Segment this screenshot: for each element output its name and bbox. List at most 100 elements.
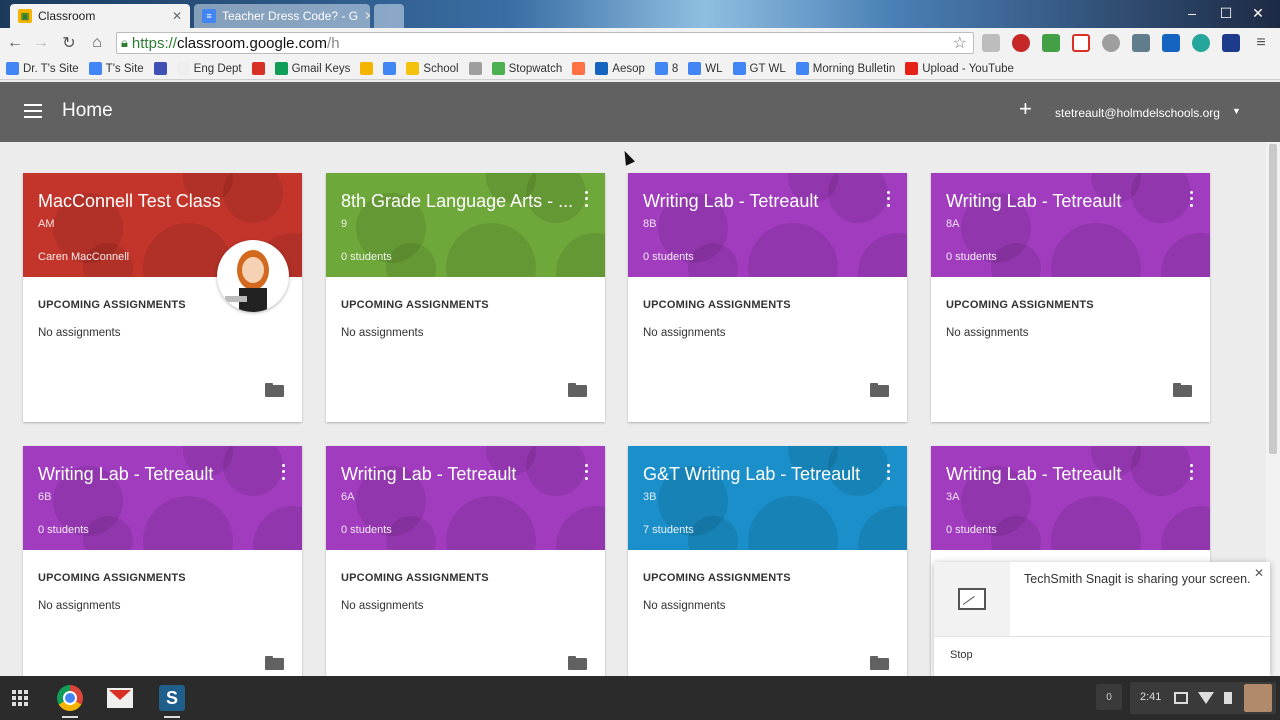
bookmark-label: Eng Dept bbox=[193, 62, 242, 75]
more-options-icon[interactable] bbox=[277, 462, 289, 482]
bookmark-item[interactable]: GT WL bbox=[732, 62, 786, 75]
bookmark-item[interactable]: School bbox=[406, 62, 459, 75]
bookmark-item[interactable]: T's Site bbox=[88, 62, 144, 75]
bookmark-item[interactable] bbox=[383, 62, 400, 75]
folder-icon[interactable] bbox=[265, 383, 284, 397]
status-tray[interactable]: 2:41 bbox=[1130, 682, 1276, 714]
close-tab-icon[interactable]: ✕ bbox=[166, 9, 182, 23]
bookmark-item[interactable] bbox=[153, 62, 171, 75]
class-title[interactable]: Writing Lab - Tetreault bbox=[946, 464, 1181, 485]
class-card-header[interactable]: G&T Writing Lab - Tetreault 3B 7 students bbox=[628, 446, 907, 550]
bookmark-label: Upload - YouTube bbox=[922, 62, 1014, 75]
chrome-menu-icon[interactable]: ≡ bbox=[1250, 32, 1272, 54]
chevron-down-icon[interactable]: ▼ bbox=[1232, 106, 1241, 116]
gmail-app-icon[interactable] bbox=[104, 682, 136, 714]
minimize-icon[interactable]: – bbox=[1180, 2, 1204, 24]
address-bar[interactable]: 🔒︎ https:// classroom.google.com /h ☆ bbox=[116, 32, 974, 54]
new-tab-button[interactable] bbox=[374, 4, 404, 28]
bookmark-favicon-icon bbox=[6, 62, 19, 75]
close-window-icon[interactable]: ✕ bbox=[1246, 2, 1270, 24]
more-options-icon[interactable] bbox=[1185, 462, 1197, 482]
bookmark-item[interactable] bbox=[251, 62, 269, 75]
tab-title: Teacher Dress Code? - G bbox=[222, 9, 359, 23]
scrollbar-thumb[interactable] bbox=[1269, 144, 1277, 454]
extension-icon[interactable] bbox=[1162, 34, 1180, 52]
forward-icon[interactable]: → bbox=[30, 32, 52, 54]
extension-icon[interactable] bbox=[982, 34, 1000, 52]
maximize-icon[interactable]: ☐ bbox=[1214, 2, 1238, 24]
bookmark-item[interactable] bbox=[572, 62, 589, 75]
class-card[interactable]: Writing Lab - Tetreault 8A 0 students UPCOM… bbox=[931, 173, 1210, 422]
folder-icon[interactable] bbox=[870, 383, 889, 397]
class-card[interactable]: G&T Writing Lab - Tetreault 3B 7 students U… bbox=[628, 446, 907, 676]
home-icon[interactable]: ⌂ bbox=[86, 32, 108, 54]
back-icon[interactable]: ← bbox=[4, 32, 26, 54]
class-title[interactable]: Writing Lab - Tetreault bbox=[38, 464, 273, 485]
class-card[interactable]: MacConnell Test Class AM Caren MacConnell U… bbox=[23, 173, 302, 422]
tab-classroom[interactable]: ▣ Classroom ✕ bbox=[10, 4, 190, 28]
more-options-icon[interactable] bbox=[580, 189, 592, 209]
class-card[interactable]: Writing Lab - Tetreault 8B 0 students UPCOM… bbox=[628, 173, 907, 422]
header-pattern bbox=[446, 496, 536, 550]
hamburger-menu-icon[interactable] bbox=[24, 104, 42, 118]
bookmark-item[interactable]: Morning Bulletin bbox=[795, 62, 895, 75]
class-card-header[interactable]: Writing Lab - Tetreault 6A 0 students bbox=[326, 446, 605, 550]
class-card[interactable]: Writing Lab - Tetreault 6A 0 students UPCOM… bbox=[326, 446, 605, 676]
close-icon[interactable]: ✕ bbox=[1254, 566, 1264, 580]
bookmark-item[interactable] bbox=[360, 62, 377, 75]
folder-icon[interactable] bbox=[1173, 383, 1192, 397]
tab-teacher-dress-code[interactable]: ≡ Teacher Dress Code? - G ✕ bbox=[194, 4, 370, 28]
class-card-header[interactable]: Writing Lab - Tetreault 8A 0 students bbox=[931, 173, 1210, 277]
reload-icon[interactable]: ↻ bbox=[58, 32, 80, 54]
bookmark-item[interactable]: Gmail Keys bbox=[274, 62, 350, 75]
class-title[interactable]: Writing Lab - Tetreault bbox=[946, 191, 1181, 212]
extension-icon[interactable] bbox=[1102, 34, 1120, 52]
app-launcher-icon[interactable] bbox=[4, 682, 36, 714]
bookmark-item[interactable]: WL bbox=[688, 62, 723, 75]
class-card[interactable]: 8th Grade Language Arts - ... 9 0 students… bbox=[326, 173, 605, 422]
extension-icon[interactable] bbox=[1222, 34, 1240, 52]
add-class-icon[interactable]: + bbox=[1019, 96, 1032, 122]
bookmark-item[interactable]: 8 bbox=[654, 62, 678, 75]
more-options-icon[interactable] bbox=[1185, 189, 1197, 209]
folder-icon[interactable] bbox=[568, 383, 587, 397]
no-assignments-text: No assignments bbox=[643, 327, 726, 339]
class-meta: 0 students bbox=[946, 524, 997, 536]
bookmark-star-icon[interactable]: ☆ bbox=[953, 33, 967, 53]
class-card[interactable]: Writing Lab - Tetreault 6B 0 students UPCOM… bbox=[23, 446, 302, 676]
class-card-header[interactable]: Writing Lab - Tetreault 3A 0 students bbox=[931, 446, 1210, 550]
class-title[interactable]: Writing Lab - Tetreault bbox=[341, 464, 576, 485]
upcoming-assignments-heading: UPCOMING ASSIGNMENTS bbox=[38, 299, 186, 311]
more-options-icon[interactable] bbox=[580, 462, 592, 482]
bookmark-item[interactable]: Aesop bbox=[595, 62, 645, 75]
class-card-header[interactable]: Writing Lab - Tetreault 8B 0 students bbox=[628, 173, 907, 277]
notification-count-badge[interactable]: 0 bbox=[1096, 684, 1122, 710]
account-email[interactable]: stetreault@holmdelschools.org bbox=[1055, 106, 1220, 120]
folder-icon[interactable] bbox=[870, 656, 889, 670]
folder-icon[interactable] bbox=[568, 656, 587, 670]
folder-icon[interactable] bbox=[265, 656, 284, 670]
class-title[interactable]: Writing Lab - Tetreault bbox=[643, 191, 878, 212]
bookmark-item[interactable]: Upload - YouTube bbox=[905, 62, 1014, 75]
more-options-icon[interactable] bbox=[882, 462, 894, 482]
more-options-icon[interactable] bbox=[882, 189, 894, 209]
class-title[interactable]: 8th Grade Language Arts - ... bbox=[341, 191, 576, 212]
class-meta: Caren MacConnell bbox=[38, 251, 130, 263]
extension-icon[interactable] bbox=[1012, 34, 1030, 52]
stop-sharing-button[interactable]: Stop bbox=[950, 649, 973, 661]
bookmark-item[interactable]: Stopwatch bbox=[491, 62, 562, 75]
extension-icon[interactable] bbox=[1042, 34, 1060, 52]
extension-icon[interactable] bbox=[1192, 34, 1210, 52]
snagit-app-icon[interactable]: S bbox=[156, 682, 188, 714]
class-title[interactable]: G&T Writing Lab - Tetreault bbox=[643, 464, 878, 485]
bookmark-item[interactable]: Dr. T's Site bbox=[6, 62, 79, 75]
extension-icon[interactable] bbox=[1132, 34, 1150, 52]
class-title[interactable]: MacConnell Test Class bbox=[38, 191, 273, 212]
chrome-app-icon[interactable] bbox=[54, 682, 86, 714]
class-card-header[interactable]: Writing Lab - Tetreault 6B 0 students bbox=[23, 446, 302, 550]
bookmark-item[interactable]: Eng Dept bbox=[176, 62, 242, 75]
class-card-header[interactable]: 8th Grade Language Arts - ... 9 0 students bbox=[326, 173, 605, 277]
close-tab-icon[interactable]: ✕ bbox=[358, 9, 370, 23]
bookmark-item[interactable] bbox=[468, 62, 486, 75]
gmail-extension-icon[interactable] bbox=[1072, 34, 1090, 52]
